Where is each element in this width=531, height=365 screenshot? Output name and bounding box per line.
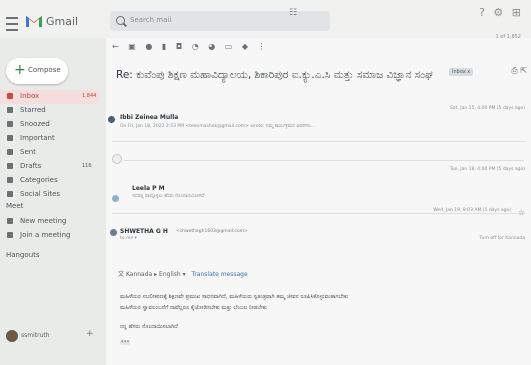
divider xyxy=(112,141,525,142)
mark-unread-icon[interactable]: ◘ xyxy=(176,42,182,51)
message-snippet: On Fri, Jan 18, 2022 2:53 PM <teenmashok… xyxy=(120,124,316,129)
new-meeting-item[interactable]: New meeting xyxy=(0,215,104,229)
star-icon[interactable]: ☆ xyxy=(518,208,525,217)
plus-icon: + xyxy=(14,62,26,78)
video-icon xyxy=(7,218,13,224)
apps-icon[interactable]: ⊞ xyxy=(512,6,521,19)
pagination-info: 1 of 1,852 xyxy=(495,34,522,40)
translate-bar: 文 Kannada ▸ English ▾ Translate message xyxy=(118,271,248,278)
search-input[interactable]: Search mail xyxy=(130,16,171,24)
report-spam-icon[interactable]: ● xyxy=(145,42,152,51)
message-date: Tue, Jan 18, 4:00 PM (5 days ago) xyxy=(449,167,525,172)
print-icon[interactable]: ⎙ ⇱ xyxy=(511,66,527,76)
main-menu-icon[interactable] xyxy=(6,17,18,31)
avatar xyxy=(112,195,119,202)
inbox-label-chip[interactable]: Inbox x xyxy=(449,68,474,76)
message-sender: Leela P M xyxy=(132,185,165,192)
translate-from[interactable]: Kannada xyxy=(126,271,152,278)
message-body-line: ಮಹಿಳೆಯರ ಸಬಲೀಕರಣಕ್ಕೆ ಶಿಕ್ಷಣವೇ ಪ್ರಮುಖ ಸಾಧನ… xyxy=(120,294,349,300)
inbox-icon xyxy=(7,93,13,99)
hangouts-user[interactable]: ssmitruth + xyxy=(6,326,96,346)
sidebar-item-snoozed[interactable]: Snoozed xyxy=(0,118,104,132)
label-icon xyxy=(7,177,13,183)
sender-email: <shwethagh1603@gmail.com> xyxy=(176,229,248,234)
divider xyxy=(124,160,524,161)
join-meeting-item[interactable]: Join a meeting xyxy=(0,229,104,243)
message-view: ← ▣ ● ▮ ◘ ◔ ◕ ▭ ◆ ⋮ 1 of 1,852 Re: ಕುವೆಂ… xyxy=(106,34,531,365)
message-date: Wed, Jan 19, 8:03 AM (5 days ago) xyxy=(433,208,511,213)
translate-message-link[interactable]: Translate message xyxy=(192,271,248,278)
add-task-icon[interactable]: ◕ xyxy=(208,42,215,51)
gmail-logo-icon[interactable] xyxy=(26,14,42,27)
translate-to[interactable]: English xyxy=(159,271,181,278)
archive-icon[interactable]: ▣ xyxy=(128,42,136,51)
star-icon xyxy=(7,107,13,113)
compose-button[interactable]: + Compose xyxy=(6,58,68,84)
message-date: Sat, Jan 15, 4:00 PM (5 days ago) xyxy=(450,106,525,111)
thread-subject: Re: ಕುವೆಂಪು ಶಿಕ್ಷಣ ಮಹಾವಿದ್ಯಾಲಯ, ಶಿಕಾರಿಪು… xyxy=(116,69,433,81)
add-contact-icon[interactable]: + xyxy=(86,329,94,339)
keyboard-icon xyxy=(7,232,13,238)
show-trimmed-content-button[interactable]: ••• xyxy=(120,340,130,345)
message-sender: Ibbi Zeinea Mulla xyxy=(120,114,179,121)
clock-icon xyxy=(7,121,13,127)
sidebar-item-social[interactable]: Social Sites xyxy=(0,188,104,202)
message-body-line: ನನ್ನ ಹೆಸರು ನೊಂದಾಯಿಸಲಾಗಿದೆ xyxy=(120,324,178,330)
avatar xyxy=(108,116,115,123)
app-name: Gmail xyxy=(46,15,79,28)
sidebar-item-categories[interactable]: Categories xyxy=(0,174,104,188)
sidebar-item-drafts[interactable]: Drafts 116 xyxy=(0,160,104,174)
translate-icon: 文 xyxy=(118,271,125,278)
back-arrow-icon[interactable]: ← xyxy=(112,42,119,51)
sidebar-item-sent[interactable]: Sent xyxy=(0,146,104,160)
divider xyxy=(112,213,525,214)
expand-hidden-messages-button[interactable] xyxy=(112,154,122,164)
recipient-details[interactable]: to me ▾ xyxy=(120,236,137,241)
header-icons: ? ⚙ ⊞ xyxy=(474,6,521,19)
help-icon[interactable]: ? xyxy=(479,6,485,19)
search-options-icon[interactable]: ☷ xyxy=(289,8,297,18)
move-to-icon[interactable]: ▭ xyxy=(225,42,233,51)
message-sender: SHWETHA G H xyxy=(120,228,168,235)
delete-icon[interactable]: ▮ xyxy=(162,42,166,51)
message-toolbar: ← ▣ ● ▮ ◘ ◔ ◕ ▭ ◆ ⋮ xyxy=(112,42,273,56)
top-bar: Gmail Search mail ☷ ? ⚙ ⊞ xyxy=(0,0,531,38)
mail-nav: Inbox 1,844 Starred Snoozed Important Se… xyxy=(0,90,104,264)
settings-icon[interactable]: ⚙ xyxy=(493,6,503,19)
hangouts-heading: Hangouts xyxy=(6,251,40,259)
meet-heading: Meet xyxy=(6,202,24,210)
draft-icon xyxy=(7,163,13,169)
avatar xyxy=(6,330,18,342)
sidebar-item-inbox[interactable]: Inbox 1,844 xyxy=(0,90,100,104)
people-icon xyxy=(7,191,13,197)
sidebar-item-starred[interactable]: Starred xyxy=(0,104,104,118)
sidebar-item-important[interactable]: Important xyxy=(0,132,104,146)
translate-toggle[interactable]: Turn off for Kannada xyxy=(479,236,525,241)
search-icon[interactable] xyxy=(116,16,125,25)
send-icon xyxy=(7,149,13,155)
important-icon xyxy=(7,135,13,141)
more-vert-icon[interactable]: ⋮ xyxy=(258,42,266,51)
avatar xyxy=(110,229,117,236)
message-snippet: ಇದರಲ್ಲಿ ಪಾಲ್ಗೊಳ್ಳಲು ಹೆಸರು ನೊಂದಾಯಿಸಲಾಗಿದೆ xyxy=(132,194,205,199)
snooze-icon[interactable]: ◔ xyxy=(192,42,199,51)
label-icon[interactable]: ◆ xyxy=(242,42,248,51)
sidebar: + Compose Inbox 1,844 Starred Snoozed Im… xyxy=(0,38,104,365)
compose-label: Compose xyxy=(28,66,61,74)
message-body-line: ಮಹಿಳೆಯರ ಸ್ವಾವಲಂಬನೆಗೆ ನಾವೆಲ್ಲರೂ ಕೈಜೋಡಿಸಬೇ… xyxy=(120,305,267,311)
